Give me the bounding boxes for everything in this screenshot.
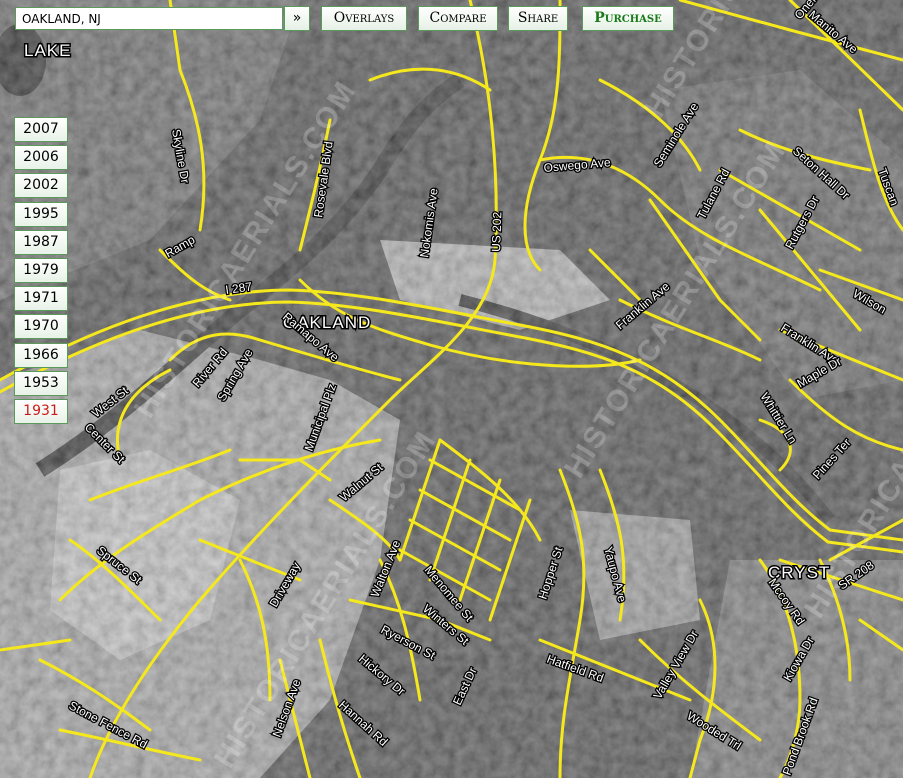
year-button[interactable]: 1979 (14, 257, 68, 283)
year-button[interactable]: 1970 (14, 314, 68, 340)
road-label: US 202 (489, 211, 504, 252)
year-button[interactable]: 1966 (14, 342, 68, 368)
location-search-input[interactable] (15, 7, 283, 30)
go-button[interactable]: » (284, 6, 310, 31)
year-button[interactable]: 1987 (14, 229, 68, 255)
year-button[interactable]: 2007 (14, 117, 68, 142)
year-button[interactable]: 1931 (14, 398, 68, 424)
year-button[interactable]: 2006 (14, 145, 68, 171)
year-button[interactable]: 2002 (14, 173, 68, 199)
aerial-map[interactable]: HISTORICAERIALS.COM HISTORICAERIALS.COM … (0, 0, 903, 778)
year-selector: 2007 2006 2002 1995 1987 1979 1971 1970 … (14, 117, 68, 427)
compare-button[interactable]: Compare (418, 6, 498, 31)
overlays-button[interactable]: Overlays (321, 6, 407, 31)
place-label: LAKE (24, 41, 71, 60)
year-button[interactable]: 1995 (14, 201, 68, 227)
share-button[interactable]: Share (508, 6, 568, 31)
year-button[interactable]: 1953 (14, 370, 68, 396)
year-button[interactable]: 1971 (14, 286, 68, 312)
purchase-button[interactable]: Purchase (582, 6, 674, 31)
